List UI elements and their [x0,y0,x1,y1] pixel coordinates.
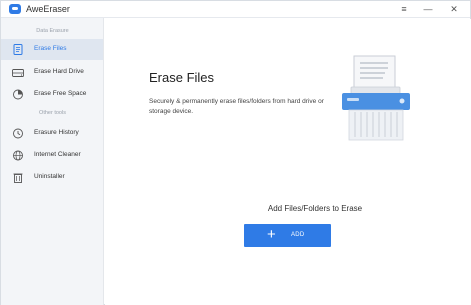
plus-icon: + [267,226,276,243]
hard-drive-icon [12,69,24,77]
sidebar-item-label: Erase Free Space [34,90,87,97]
page-description: Securely & permanently erase files/folde… [149,98,324,115]
add-button-label: ADD [291,232,305,238]
file-icon [13,44,23,55]
trash-icon [13,173,23,183]
globe-icon [13,150,23,161]
sidebar-item-label: Internet Cleaner [34,151,81,158]
minimize-button[interactable]: — [421,3,435,15]
section-label-other-tools: Other tools [39,110,66,116]
app-logo-icon [9,4,21,14]
sidebar-item-label: Erase Hard Drive [34,68,84,75]
shredder-illustration-icon [342,55,410,141]
menu-button[interactable]: ≡ [397,3,411,15]
sidebar-item-erase-free-space[interactable]: Erase Free Space [1,84,103,105]
history-icon [13,128,23,139]
sidebar-item-label: Erase Files [34,45,67,52]
app-window: AweEraser ≡ — ✕ Data Erasure Erase Files… [0,0,471,305]
section-label-data-erasure: Data Erasure [36,28,69,34]
page-title: Erase Files [149,70,215,85]
add-files-caption: Add Files/Folders to Erase [267,204,363,213]
title-bar: AweEraser ≡ — ✕ [1,1,470,18]
main-panel: Erase Files Securely & permanently erase… [105,19,471,305]
sidebar-item-label: Erasure History [34,129,79,136]
close-button[interactable]: ✕ [447,3,461,15]
sidebar: Data Erasure Erase Files Erase Hard Driv… [1,18,104,305]
sidebar-item-label: Uninstaller [34,173,65,180]
sidebar-item-erasure-history[interactable]: Erasure History [1,123,103,144]
app-title: AweEraser [26,4,70,14]
sidebar-item-internet-cleaner[interactable]: Internet Cleaner [1,145,103,166]
add-button[interactable]: + ADD [244,224,331,247]
sidebar-item-erase-files[interactable]: Erase Files [1,39,103,60]
sidebar-item-uninstaller[interactable]: Uninstaller [1,167,103,188]
pie-chart-icon [13,89,23,100]
sidebar-item-erase-hard-drive[interactable]: Erase Hard Drive [1,62,103,83]
